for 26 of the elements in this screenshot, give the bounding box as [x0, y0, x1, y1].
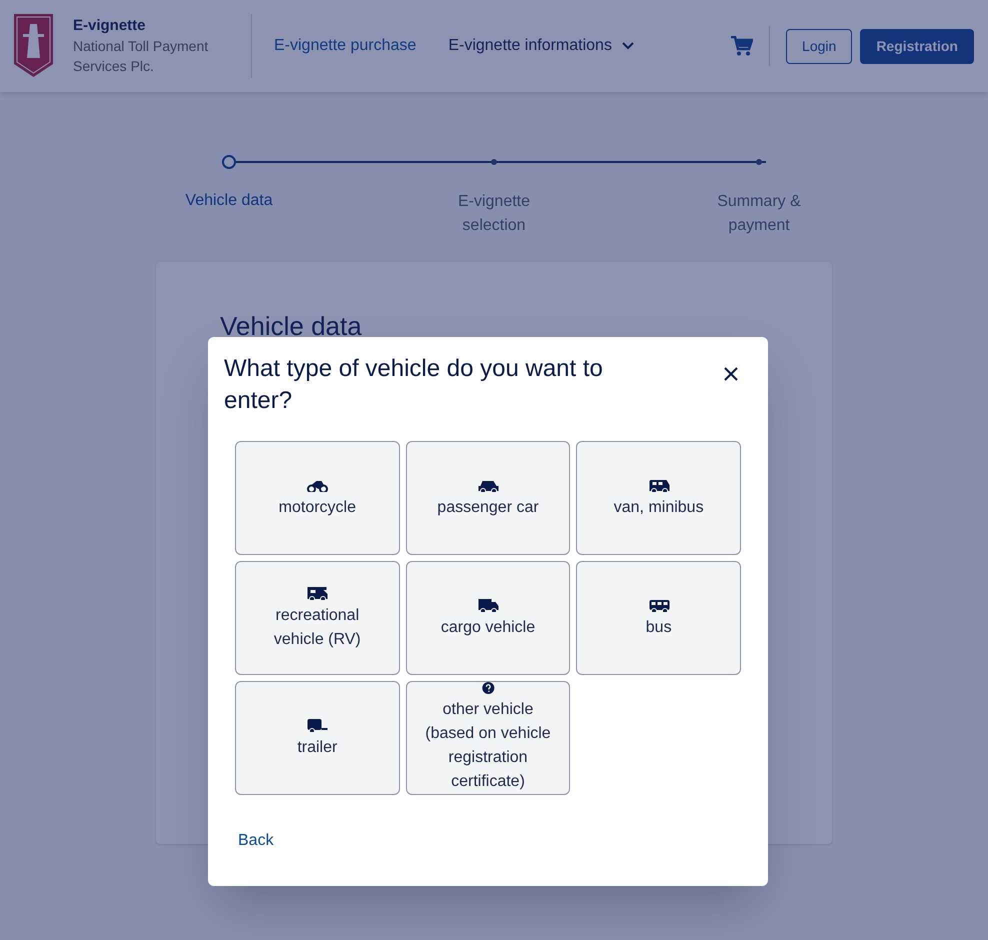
trailer-icon [306, 716, 328, 732]
brand-subtitle: National Toll Payment Services Plc. [73, 37, 210, 76]
vehicle-type-option[interactable]: bus [576, 561, 741, 675]
camper-icon [306, 584, 328, 600]
dialog-title: What type of vehicle do you want to enter? [224, 354, 604, 416]
vehicle-type-option[interactable]: trailer [235, 681, 400, 795]
step-label: E-vignette selection [456, 192, 532, 236]
shield-logo-icon [14, 14, 53, 78]
nav-link[interactable]: E-vignette purchase [274, 34, 416, 58]
vehicle-type-option[interactable]: cargo vehicle [406, 561, 570, 675]
vehicle-type-option[interactable]: van, minibus [576, 441, 741, 555]
step-label: Summary & payment [716, 192, 802, 236]
brand-title: E-vignette [73, 16, 147, 36]
section-title: Vehicle data [220, 312, 362, 340]
registration-button[interactable]: Registration [860, 28, 974, 64]
vehicle-type-option[interactable]: recreational vehicle (RV) [235, 561, 400, 675]
truck-icon [476, 596, 499, 612]
vehicle-type-option[interactable]: passenger car [406, 441, 570, 555]
close-icon[interactable] [724, 367, 738, 381]
vehicle-type-option[interactable]: motorcycle [235, 441, 400, 555]
login-button[interactable]: Login [786, 28, 852, 64]
cart-icon[interactable] [731, 36, 754, 56]
back-link[interactable]: Back [238, 829, 274, 853]
vehicle-type-option[interactable]: other vehicle (based on vehicle registration certificate) [406, 681, 570, 795]
step-label: Vehicle data [185, 191, 273, 211]
nav-dropdown[interactable]: E-vignette informations [448, 34, 634, 58]
